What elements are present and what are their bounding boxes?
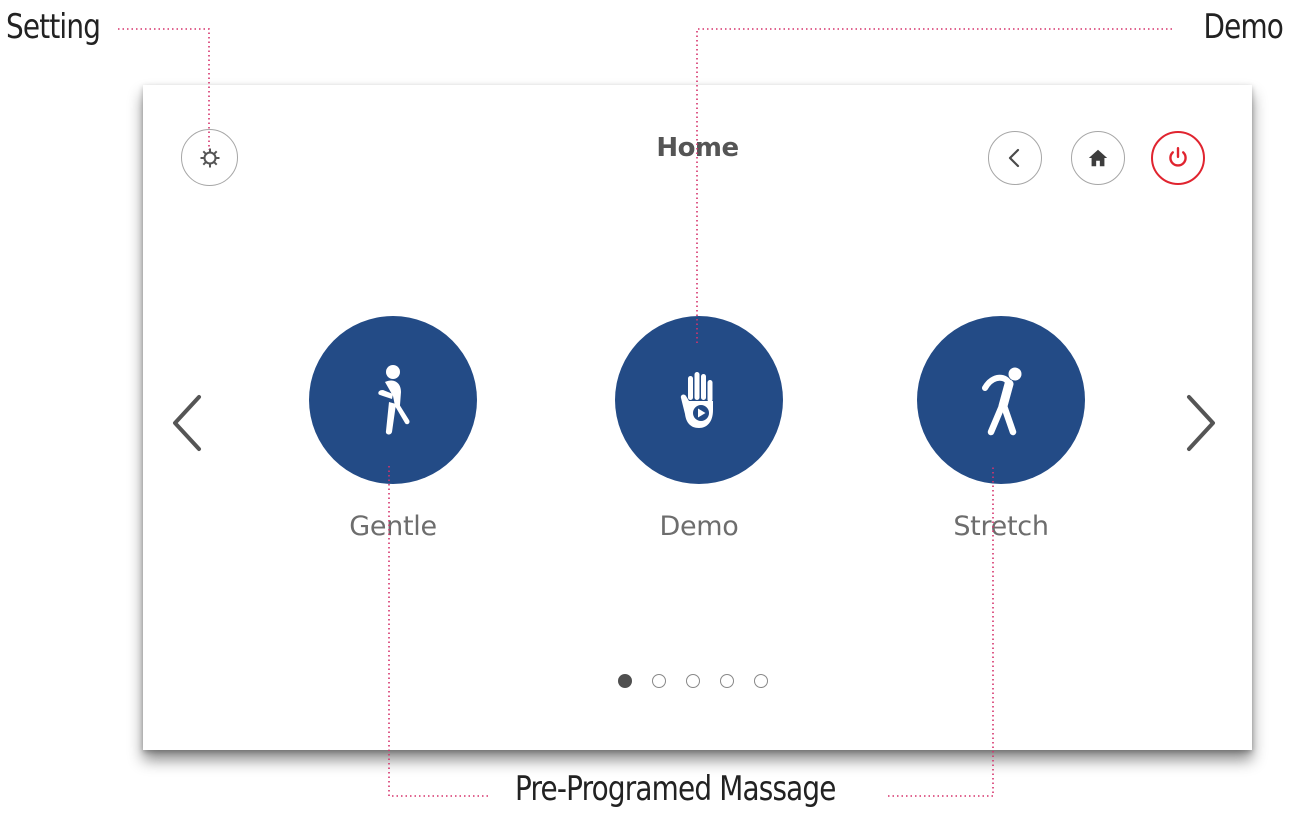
device-screen: Home Gentle Demo Stretch — [143, 85, 1252, 750]
program-stretch[interactable]: Stretch — [891, 316, 1111, 542]
program-stretch-label: Stretch — [953, 511, 1049, 542]
program-gentle-label: Gentle — [349, 511, 437, 542]
stretching-person-icon — [982, 367, 1022, 436]
program-stretch-circle[interactable] — [917, 316, 1085, 484]
page-dot-4[interactable] — [720, 674, 734, 688]
home-icon — [1088, 149, 1108, 167]
walking-person-icon — [378, 365, 410, 435]
page-indicator — [618, 674, 768, 688]
page-dot-3[interactable] — [686, 674, 700, 688]
callout-pre-programed-massage: Pre-Programed Massage — [515, 769, 836, 809]
page-dot-1[interactable] — [618, 674, 632, 688]
program-gentle[interactable]: Gentle — [283, 316, 503, 542]
next-page-arrow[interactable] — [1175, 385, 1225, 461]
home-button[interactable] — [1071, 131, 1125, 185]
page-dot-5[interactable] — [754, 674, 768, 688]
callout-setting: Setting — [6, 7, 101, 47]
previous-page-arrow[interactable] — [163, 385, 213, 461]
back-button[interactable] — [988, 131, 1042, 185]
program-demo-circle[interactable] — [615, 316, 783, 484]
program-demo[interactable]: Demo — [589, 316, 809, 542]
callout-demo: Demo — [1203, 7, 1283, 47]
page-dot-2[interactable] — [652, 674, 666, 688]
power-icon — [1169, 147, 1187, 167]
hand-play-icon — [680, 372, 713, 428]
program-gentle-circle[interactable] — [309, 316, 477, 484]
power-button[interactable] — [1151, 131, 1205, 185]
chevron-left-icon — [1008, 148, 1020, 168]
program-demo-label: Demo — [659, 511, 739, 542]
